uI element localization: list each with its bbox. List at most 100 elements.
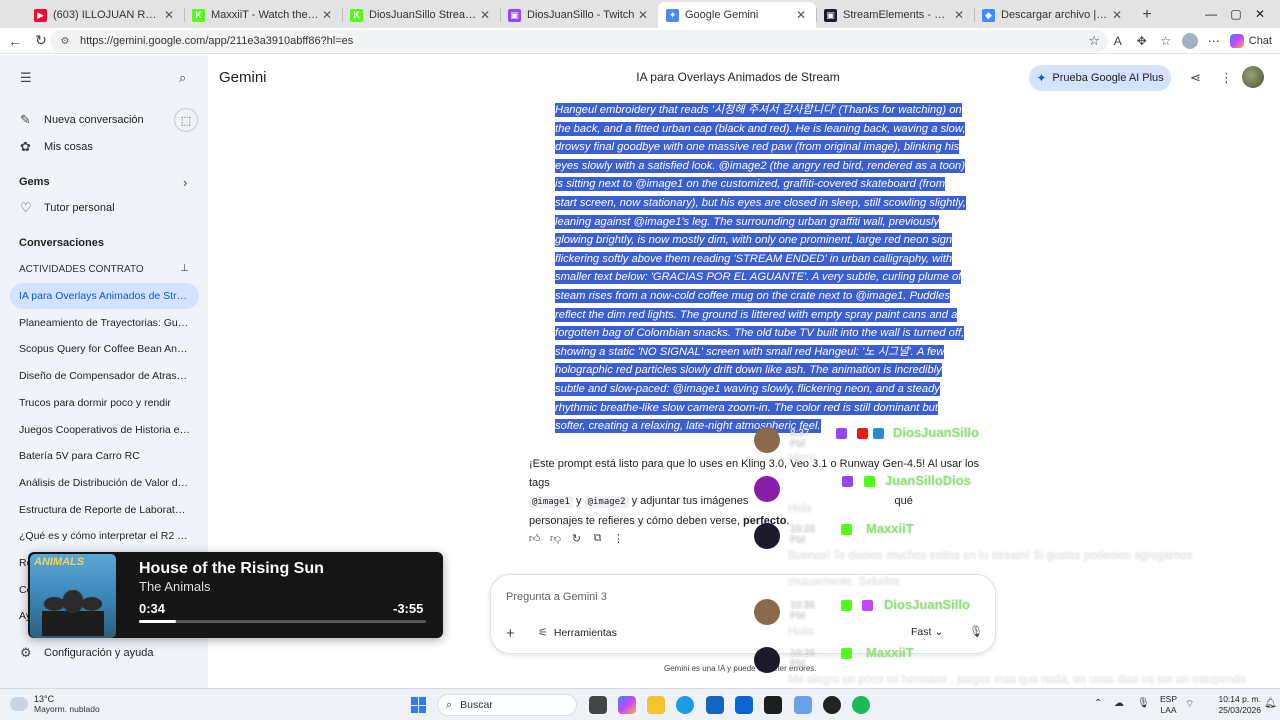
chat-badge-icon <box>841 648 852 659</box>
profile-icon[interactable] <box>1178 29 1202 53</box>
settings-link[interactable]: ⚙ Configuración y ayuda <box>0 640 208 666</box>
task-view-icon[interactable] <box>589 696 607 714</box>
prompt-text: Hangeul embroidery that reads '시청해 주셔서 감… <box>555 103 966 434</box>
weather-widget[interactable]: 13°C Mayorm. nublado <box>10 694 100 714</box>
language-indicator[interactable]: ESP LAA <box>1160 694 1177 716</box>
chat-text: Hola <box>788 503 812 515</box>
back-icon[interactable]: ← <box>2 29 28 53</box>
taskbar: 13°C Mayorm. nublado ⌕ Buscar ⌃ ☁ 🎙︎ ESP… <box>0 688 1280 720</box>
account-avatar[interactable] <box>1242 66 1264 88</box>
address-bar[interactable]: ⚙ https://gemini.google.com/app/211e3a39… <box>50 30 1108 52</box>
chat-badge-icon <box>842 476 853 487</box>
browser-tab[interactable]: K MaxxiiT - Watch the VOD on Kick✕ <box>184 2 342 28</box>
tab-close-icon[interactable]: ✕ <box>478 8 492 22</box>
conversation-item[interactable]: Scopus Query for Coffee Bean Analysis <box>19 343 191 355</box>
progress-bar <box>139 620 426 623</box>
response-actions: 👍︎ 👎︎ ↻ ⧉ ⋮ <box>524 530 629 546</box>
conversation-item[interactable]: ¿Qué es y cómo interpretar el R2 Sco... <box>19 530 191 542</box>
file-explorer-icon[interactable] <box>647 696 665 714</box>
favorites-icon[interactable]: ☆ <box>1154 29 1178 53</box>
notifications-icon[interactable]: 🔔︎ <box>1264 698 1277 709</box>
conversation-item[interactable]: Trucos para dormir poco y rendir <box>19 397 191 409</box>
taskbar-search[interactable]: ⌕ Buscar <box>437 694 577 716</box>
settings-gear-icon: ⚙ <box>20 645 32 660</box>
new-chat-label: Nueva conversación <box>44 114 144 126</box>
tab-close-icon[interactable]: ✕ <box>1110 8 1124 22</box>
conversation-item[interactable]: Juegos Cooperativos de Historia en S... <box>19 424 191 436</box>
browser-tab[interactable]: ◆ Descargar archivo | iLoveIMG✕ <box>974 2 1132 28</box>
search-icon[interactable]: ⌕ <box>179 70 186 86</box>
conversation-item[interactable]: Diseño de Compensador de Atraso d... <box>19 370 191 382</box>
tools-button[interactable]: ⚟ Herramientas <box>538 626 617 640</box>
terminal-icon[interactable] <box>764 696 782 714</box>
new-chat-button[interactable]: ✎ Nueva conversación ⬚ <box>0 107 208 133</box>
conversation-item[interactable]: Batería 5V para Carro RC <box>19 450 191 462</box>
weather-condition: Mayorm. nublado <box>34 704 100 714</box>
chat-username: MaxxiiT <box>866 521 914 536</box>
site-info-icon[interactable]: ⚙ <box>58 34 72 48</box>
extensions-icon[interactable]: ✥ <box>1130 29 1154 53</box>
tab-favicon-icon: ▣ <box>508 8 521 22</box>
windows-start-icon[interactable] <box>411 697 427 713</box>
temporary-chat-icon[interactable]: ⬚ <box>174 108 198 132</box>
tab-close-icon[interactable]: ✕ <box>952 8 966 22</box>
tab-close-icon[interactable]: ✕ <box>320 8 334 22</box>
new-tab-button[interactable]: + <box>1132 2 1162 28</box>
conversation-item[interactable]: Análisis de Distribución de Valor de Vi.… <box>19 477 191 489</box>
gems-header[interactable]: Gems › <box>0 169 208 195</box>
close-window-button[interactable]: ✕ <box>1237 0 1280 28</box>
tab-close-icon[interactable]: ✕ <box>636 8 650 22</box>
conversation-item[interactable]: IA para Overlays Animados de Stream <box>19 290 191 302</box>
tray-chevron-icon[interactable]: ⌃ <box>1094 698 1102 709</box>
thumbs-down-icon[interactable]: 👎︎ <box>545 530 566 546</box>
upgrade-button[interactable]: ✦ Prueba Google AI Plus <box>1029 65 1171 91</box>
tab-label: DiosJuanSillo - Twitch <box>527 9 635 21</box>
copilot-button[interactable]: Chat <box>1229 34 1272 48</box>
regenerate-icon[interactable]: ↻ <box>566 530 587 546</box>
tab-label: Descargar archivo | iLoveIMG <box>1001 9 1110 21</box>
thumbs-up-icon[interactable]: 👍︎ <box>524 530 545 546</box>
obs-icon[interactable] <box>823 696 841 714</box>
my-stuff-link[interactable]: ✿ Mis cosas <box>0 134 208 160</box>
temperature: 13°C <box>34 694 55 704</box>
mic-tray-icon[interactable]: 🎙︎ <box>1137 698 1150 709</box>
store-icon[interactable] <box>706 696 724 714</box>
chat-text: Holis <box>788 626 814 638</box>
copilot-app-icon[interactable] <box>618 696 636 714</box>
tab-label: DiosJuanSillo Stream - Watch Live <box>369 9 478 21</box>
tab-close-icon[interactable]: ✕ <box>162 8 176 22</box>
pin-icon[interactable]: ⊥ <box>180 263 189 274</box>
share-icon[interactable]: ⋖ <box>1190 70 1201 86</box>
more-vert-icon[interactable]: ⋮ <box>1220 70 1233 86</box>
browser-tab[interactable]: ▣ DiosJuanSillo - Twitch ✕ <box>500 2 658 28</box>
tab-close-icon[interactable]: ✕ <box>794 8 808 22</box>
conversation-item[interactable]: Planeamiento de Trayectorias: Guía C... <box>19 317 191 329</box>
conversation-item[interactable]: Estructura de Reporte de Laboratorio... <box>19 504 191 516</box>
read-aloud-icon[interactable]: A <box>1106 29 1130 53</box>
edge-icon[interactable] <box>676 696 694 714</box>
gem-item[interactable]: ♡ Tutor personal <box>0 195 208 221</box>
clock[interactable]: 10:14 p. m. 25/03/2026 <box>1199 694 1261 716</box>
my-stuff-icon: ✿ <box>20 139 31 154</box>
more-menu-icon[interactable]: ⋯ <box>1202 29 1226 53</box>
tools-icon: ⚟ <box>538 627 548 639</box>
reply-mid: y adjuntar tus imágenes <box>631 495 749 507</box>
add-attachment-icon[interactable]: + <box>506 625 515 642</box>
spotify-icon[interactable] <box>852 696 870 714</box>
onedrive-icon[interactable]: ☁ <box>1114 698 1124 709</box>
bookmark-star-icon[interactable]: ☆ <box>1088 33 1100 49</box>
app-icon[interactable] <box>794 696 812 714</box>
wifi-icon[interactable]: ⌔ <box>1185 698 1194 711</box>
copy-icon[interactable]: ⧉ <box>587 530 608 546</box>
gemini-brand[interactable]: Gemini <box>219 69 267 86</box>
url-text: https://gemini.google.com/app/211e3a3910… <box>80 35 354 47</box>
prompt-input[interactable]: Pregunta a Gemini 3 <box>506 591 607 603</box>
browser-tab[interactable]: ▶ (603) ILLOJUAN REACCIONA a su✕ <box>26 2 184 28</box>
browser-tab[interactable]: K DiosJuanSillo Stream - Watch Live✕ <box>342 2 500 28</box>
tab-favicon-icon: K <box>350 8 363 22</box>
menu-icon[interactable]: ☰ <box>20 70 32 86</box>
more-options-icon[interactable]: ⋮ <box>608 530 629 546</box>
outlook-icon[interactable] <box>735 696 753 714</box>
browser-tab[interactable]: ✦ Google Gemini ✕ <box>658 2 816 28</box>
browser-tab[interactable]: ▣ StreamElements - Chat command✕ <box>816 2 974 28</box>
